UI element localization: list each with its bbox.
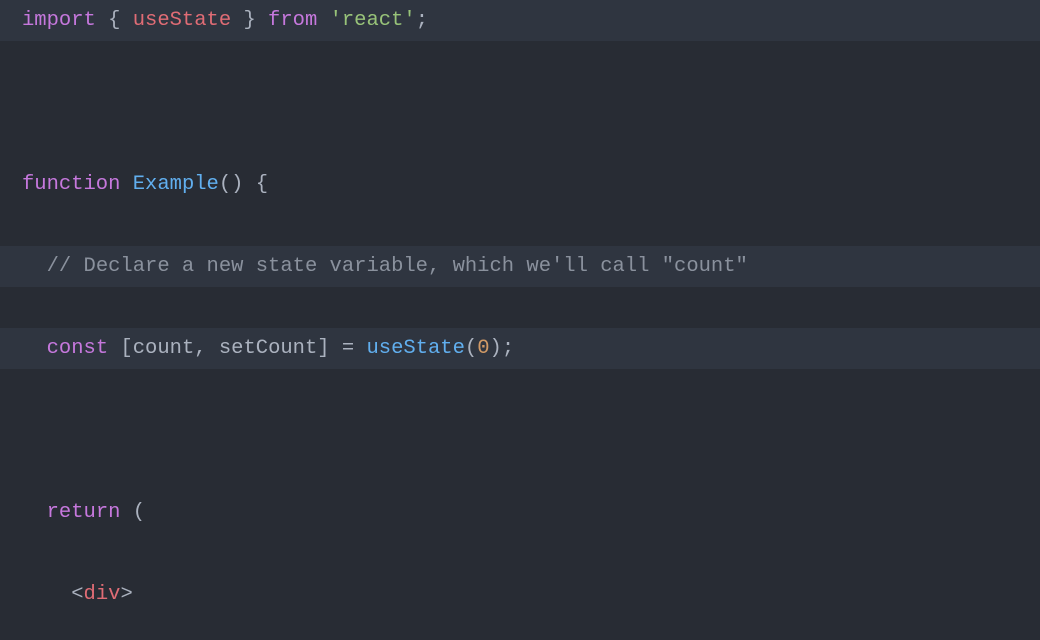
code-line[interactable]: return (	[0, 492, 1040, 533]
code-token: setCount	[219, 337, 317, 360]
code-token: ,	[194, 337, 219, 360]
code-token: ] =	[317, 337, 366, 360]
code-token: );	[490, 337, 515, 360]
code-token: <	[71, 583, 83, 606]
code-token	[22, 91, 34, 114]
code-token: // Declare a new state variable, which w…	[47, 255, 748, 278]
code-token: 0	[477, 337, 489, 360]
code-token	[22, 255, 47, 278]
code-editor[interactable]: import { useState } from 'react'; functi…	[0, 0, 1040, 640]
code-token	[22, 583, 71, 606]
code-token: div	[84, 583, 121, 606]
code-line[interactable]: // Declare a new state variable, which w…	[0, 246, 1040, 287]
code-token	[22, 419, 34, 442]
code-token	[22, 501, 47, 524]
code-line[interactable]: function Example() {	[0, 164, 1040, 205]
code-token	[317, 9, 329, 32]
code-token: count	[133, 337, 195, 360]
code-line[interactable]	[0, 410, 1040, 451]
code-token: const	[47, 337, 109, 360]
code-token: {	[96, 9, 133, 32]
code-token: >	[120, 583, 132, 606]
code-token: import	[22, 9, 96, 32]
code-token: [	[108, 337, 133, 360]
code-token: function	[22, 173, 120, 196]
code-token: (	[465, 337, 477, 360]
code-token: return	[47, 501, 121, 524]
code-line[interactable]: const [count, setCount] = useState(0);	[0, 328, 1040, 369]
code-token: (	[120, 501, 145, 524]
code-line[interactable]	[0, 82, 1040, 123]
code-line[interactable]: <div>	[0, 574, 1040, 615]
code-token: 'react'	[330, 9, 416, 32]
code-token: useState	[367, 337, 465, 360]
code-token: ;	[416, 9, 428, 32]
code-token	[120, 173, 132, 196]
code-line[interactable]: import { useState } from 'react';	[0, 0, 1040, 41]
code-token: }	[231, 9, 268, 32]
code-token: () {	[219, 173, 268, 196]
code-token	[22, 337, 47, 360]
code-token: from	[268, 9, 317, 32]
code-token: Example	[133, 173, 219, 196]
code-token: useState	[133, 9, 231, 32]
